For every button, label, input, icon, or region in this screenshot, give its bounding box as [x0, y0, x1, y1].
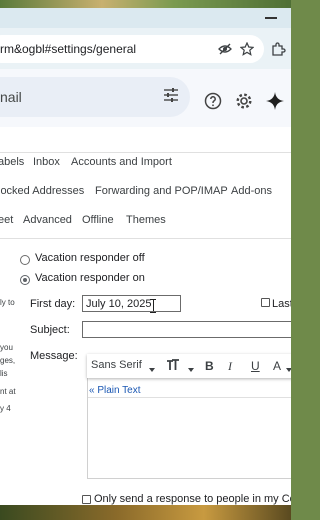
- address-bar[interactable]: rm&ogbl#settings/general: [0, 35, 264, 63]
- minimize-icon[interactable]: [265, 17, 277, 19]
- divider: [0, 238, 291, 239]
- size-dropdown-icon[interactable]: [188, 363, 194, 375]
- extensions-icon[interactable]: [270, 41, 286, 57]
- side-note-line: ges,: [0, 356, 16, 365]
- tab-inbox[interactable]: Inbox: [33, 156, 60, 168]
- side-note-line: you: [0, 343, 13, 352]
- settings-tabs-row-3: eet Advanced Offline Themes: [0, 210, 291, 232]
- browser-toolbar: rm&ogbl#settings/general: [0, 28, 291, 69]
- star-icon[interactable]: [239, 41, 255, 57]
- only-contacts-checkbox[interactable]: [82, 495, 91, 504]
- text-color-button[interactable]: A: [273, 359, 281, 373]
- tab-advanced[interactable]: Advanced: [23, 214, 72, 226]
- underline-button[interactable]: U: [251, 359, 260, 373]
- tab-strip: [0, 8, 291, 28]
- text-cursor-icon: [150, 299, 156, 313]
- editor-divider: [88, 397, 291, 398]
- last-day-label: Last: [272, 298, 291, 310]
- search-bar[interactable]: nail: [0, 77, 190, 117]
- settings-tabs-row-2: locked Addresses Forwarding and POP/IMAP…: [0, 181, 291, 203]
- subject-label: Subject:: [30, 324, 70, 336]
- side-note-line: y 4: [0, 404, 11, 413]
- font-size-icon[interactable]: [167, 359, 185, 374]
- tab-forwarding-pop-imap[interactable]: Forwarding and POP/IMAP: [95, 185, 228, 197]
- url-text[interactable]: rm&ogbl#settings/general: [0, 42, 136, 56]
- message-label: Message:: [30, 350, 78, 362]
- side-note-line: nt at: [0, 387, 16, 396]
- formatting-toolbar: Sans Serif B I U A: [87, 354, 291, 378]
- vacation-off-radio[interactable]: [20, 255, 30, 265]
- tab-themes[interactable]: Themes: [126, 214, 166, 226]
- search-input[interactable]: nail: [0, 89, 22, 105]
- first-day-label: First day:: [30, 298, 76, 310]
- tab-offline[interactable]: Offline: [82, 214, 114, 226]
- help-icon[interactable]: [202, 90, 224, 112]
- first-day-input[interactable]: July 10, 2025: [82, 295, 181, 312]
- font-dropdown-icon[interactable]: [149, 363, 155, 375]
- tab-filters-blocked-addresses[interactable]: locked Addresses: [0, 185, 84, 197]
- side-note-line: ly to: [0, 298, 15, 307]
- color-dropdown-icon[interactable]: [286, 363, 291, 375]
- vacation-on-label[interactable]: Vacation responder on: [35, 272, 145, 284]
- plain-text-link[interactable]: « Plain Text: [89, 385, 141, 396]
- settings-gear-icon[interactable]: [233, 90, 255, 112]
- tab-add-ons[interactable]: Add-ons: [231, 185, 272, 197]
- italic-button[interactable]: I: [228, 359, 232, 374]
- font-family-select[interactable]: Sans Serif: [91, 359, 142, 371]
- tab-accounts-and-import[interactable]: Accounts and Import: [71, 156, 172, 168]
- last-day-checkbox[interactable]: [261, 298, 270, 307]
- eye-slash-icon[interactable]: [217, 41, 233, 57]
- side-note-line: lis: [0, 369, 8, 378]
- gmail-header: nail: [0, 69, 291, 127]
- vacation-off-label[interactable]: Vacation responder off: [35, 252, 145, 264]
- only-contacts-label: Only send a response to people in my Co: [94, 493, 291, 505]
- bold-button[interactable]: B: [205, 359, 214, 373]
- tab-chat-and-meet[interactable]: eet: [0, 214, 13, 226]
- settings-tabs-row-1: abels Inbox Accounts and Import: [0, 152, 291, 174]
- gemini-sparkle-icon[interactable]: [264, 90, 286, 112]
- first-day-value: July 10, 2025: [86, 298, 152, 310]
- desktop-background-bottom: [0, 505, 291, 520]
- vacation-on-radio[interactable]: [20, 275, 30, 285]
- browser-window: rm&ogbl#settings/general nail abels Inbo…: [0, 8, 291, 505]
- search-options-icon[interactable]: [163, 87, 183, 107]
- settings-panel: abels Inbox Accounts and Import locked A…: [0, 127, 291, 505]
- subject-input[interactable]: [82, 321, 291, 338]
- tab-labels[interactable]: abels: [0, 156, 24, 168]
